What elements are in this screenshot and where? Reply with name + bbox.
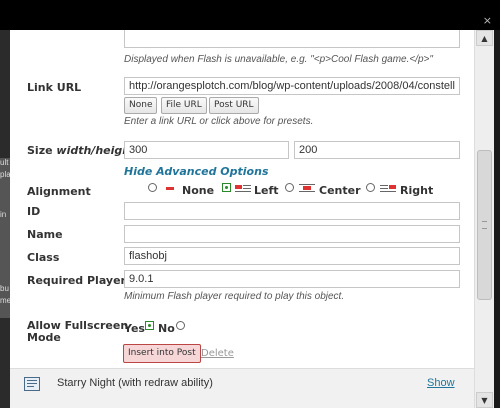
background-text: me <box>0 296 12 305</box>
align-center-label: Center <box>319 184 361 197</box>
align-none-radio[interactable] <box>148 183 157 192</box>
size-label: Size width/height <box>27 144 136 157</box>
fullscreen-yes-label: Yes <box>124 322 145 335</box>
align-left-label: Left <box>254 184 279 197</box>
alignment-label: Alignment <box>27 185 91 198</box>
class-label: Class <box>27 251 60 264</box>
delete-link[interactable]: Delete <box>201 348 234 359</box>
hide-advanced-link[interactable]: Hide Advanced Options <box>124 165 269 178</box>
media-dialog: Displayed when Flash is unavailable, e.g… <box>10 30 494 408</box>
fullscreen-no-label: No <box>158 322 175 335</box>
align-left-radio[interactable] <box>222 183 231 192</box>
name-input[interactable] <box>124 225 460 243</box>
align-right-radio[interactable] <box>366 183 375 192</box>
post-url-button[interactable]: Post URL <box>209 97 259 114</box>
background-text: bu <box>0 284 9 293</box>
link-url-input[interactable]: http://orangesplotch.com/blog/wp-content… <box>124 77 460 95</box>
media-item-row: Starry Night (with redraw ability) Show <box>10 368 474 408</box>
vertical-scrollbar[interactable]: ▲ ▼ <box>474 30 494 408</box>
align-center-radio[interactable] <box>285 183 294 192</box>
class-input[interactable]: flashobj <box>124 247 460 265</box>
show-link[interactable]: Show <box>427 377 455 389</box>
id-input[interactable] <box>124 202 460 220</box>
close-icon[interactable]: × <box>483 15 492 26</box>
file-url-button[interactable]: File URL <box>161 97 207 114</box>
none-button[interactable]: None <box>124 97 158 114</box>
alt-content-textarea[interactable] <box>124 30 460 48</box>
required-player-label: Required Player <box>27 274 126 287</box>
grip-icon <box>482 221 487 229</box>
dialog-titlebar: × <box>0 0 500 30</box>
align-right-label: Right <box>400 184 434 197</box>
background-text: in <box>0 210 7 219</box>
required-player-help: Minimum Flash player required to play th… <box>124 291 345 302</box>
scrollbar-thumb[interactable] <box>477 150 492 300</box>
fullscreen-yes-radio[interactable] <box>145 321 154 330</box>
height-input[interactable]: 200 <box>294 141 460 159</box>
required-player-input[interactable]: 9.0.1 <box>124 270 460 288</box>
align-right-icon <box>380 185 396 192</box>
align-left-icon <box>235 185 251 192</box>
width-input[interactable]: 300 <box>124 141 289 159</box>
background-text: pla <box>0 170 11 179</box>
link-url-help: Enter a link URL or click above for pres… <box>124 116 314 127</box>
name-label: Name <box>27 228 63 241</box>
background-page-panel <box>0 158 10 318</box>
id-label: ID <box>27 205 41 218</box>
link-url-label: Link URL <box>27 81 82 94</box>
insert-into-post-button[interactable]: Insert into Post <box>123 344 201 363</box>
fullscreen-no-radio[interactable] <box>176 321 185 330</box>
background-text: ult <box>0 158 9 167</box>
media-item-title: Starry Night (with redraw ability) <box>57 377 213 389</box>
scroll-down-icon[interactable]: ▼ <box>476 392 493 408</box>
align-none-icon <box>166 187 174 190</box>
media-file-icon <box>24 377 40 391</box>
align-center-icon <box>299 184 315 192</box>
fullscreen-label-line2: Mode <box>27 331 61 344</box>
align-none-label: None <box>182 184 215 197</box>
scroll-up-icon[interactable]: ▲ <box>476 30 493 46</box>
alt-content-help: Displayed when Flash is unavailable, e.g… <box>124 54 433 65</box>
dialog-content: Displayed when Flash is unavailable, e.g… <box>10 30 474 408</box>
